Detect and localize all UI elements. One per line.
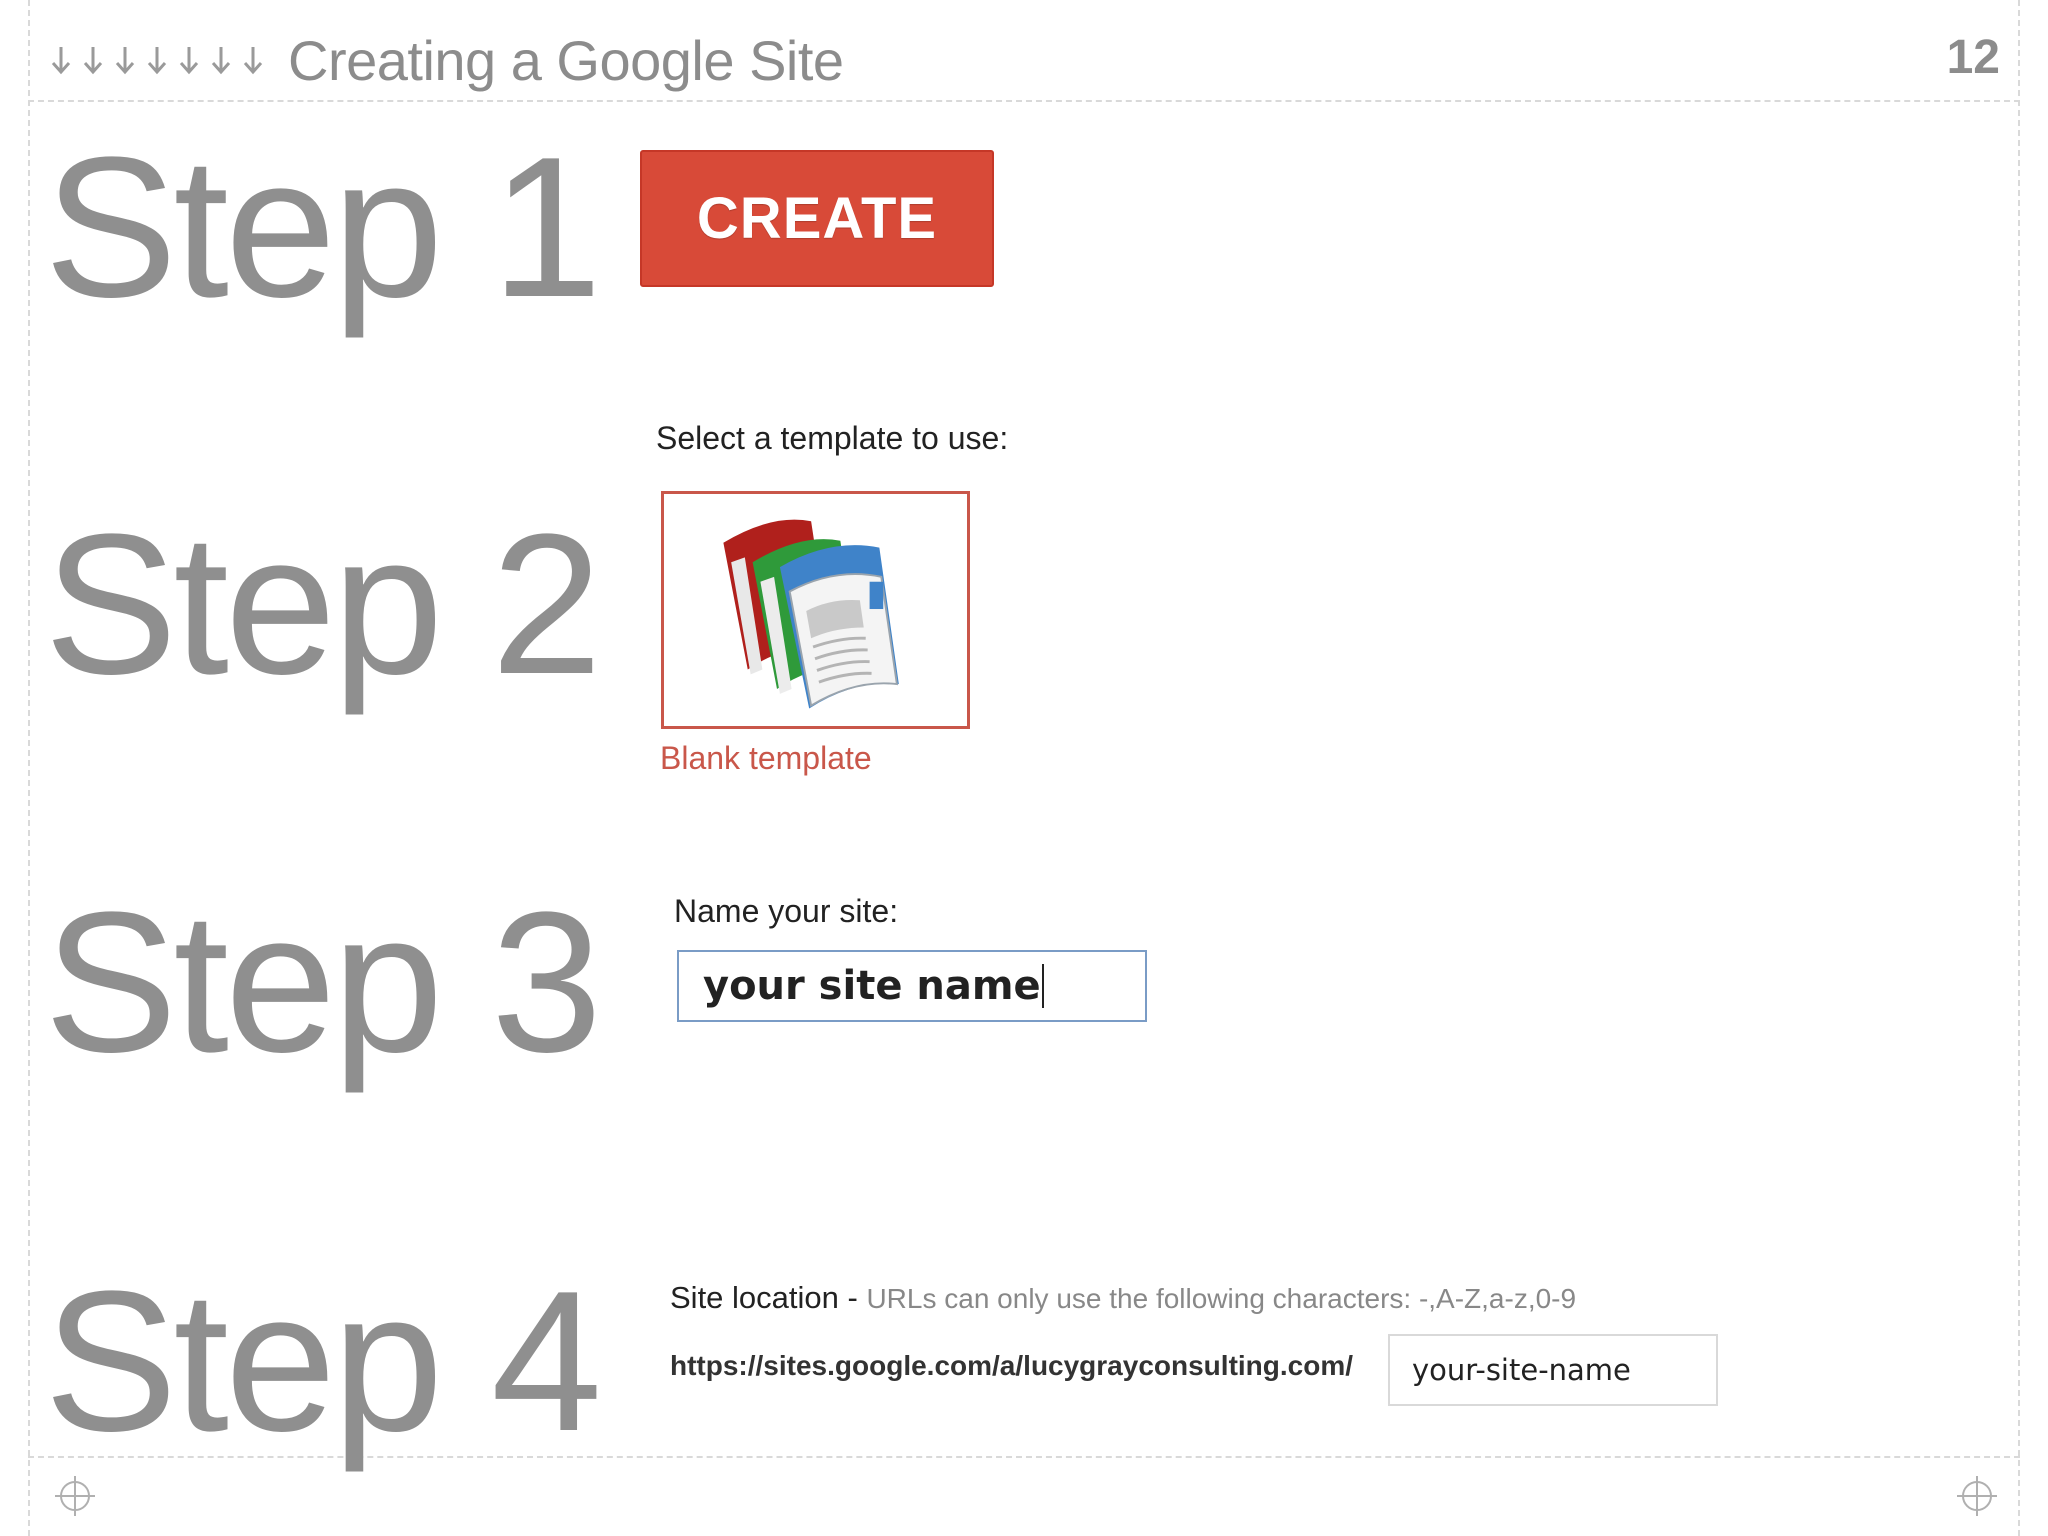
site-location-label: Site location - URLs can only use the fo… xyxy=(670,1280,1576,1316)
blank-template-card[interactable] xyxy=(661,491,970,729)
down-arrow-icon xyxy=(51,47,71,75)
site-path-input[interactable]: your-site-name xyxy=(1388,1334,1718,1406)
crosshair-icon xyxy=(55,1476,95,1516)
step-1-label: Step 1 xyxy=(44,116,602,339)
create-button[interactable]: CREATE xyxy=(640,150,994,287)
slide-header: Creating a Google Site xyxy=(48,18,844,102)
site-name-value: your site name xyxy=(703,963,1041,1009)
site-url-prefix: https://sites.google.com/a/lucygrayconsu… xyxy=(670,1350,1354,1381)
text-caret xyxy=(1041,964,1044,1008)
blank-template-label[interactable]: Blank template xyxy=(660,740,872,777)
down-arrow-icon xyxy=(83,47,103,75)
url-characters-hint: URLs can only use the following characte… xyxy=(866,1283,1577,1314)
template-prompt: Select a template to use: xyxy=(656,420,1009,456)
arrow-icons xyxy=(48,43,266,77)
down-arrow-icon xyxy=(115,47,135,75)
google-sites-template-icon xyxy=(723,519,899,709)
slide-title: Creating a Google Site xyxy=(288,28,844,92)
step-2-label: Step 2 xyxy=(44,493,602,716)
down-arrow-icon xyxy=(147,47,167,75)
step-3-label: Step 3 xyxy=(44,871,602,1094)
site-location-title: Site location xyxy=(670,1280,839,1315)
site-location-separator: - xyxy=(838,1280,867,1315)
down-arrow-icon xyxy=(179,47,199,75)
crosshair-icon xyxy=(1957,1476,1997,1516)
site-name-input[interactable]: your site name xyxy=(677,950,1147,1022)
down-arrow-icon xyxy=(211,47,231,75)
down-arrow-icon xyxy=(243,47,263,75)
site-path-value: your-site-name xyxy=(1412,1353,1631,1387)
step-4-label: Step 4 xyxy=(44,1250,602,1473)
page-number: 12 xyxy=(1946,31,2000,84)
site-name-prompt: Name your site: xyxy=(674,893,899,929)
